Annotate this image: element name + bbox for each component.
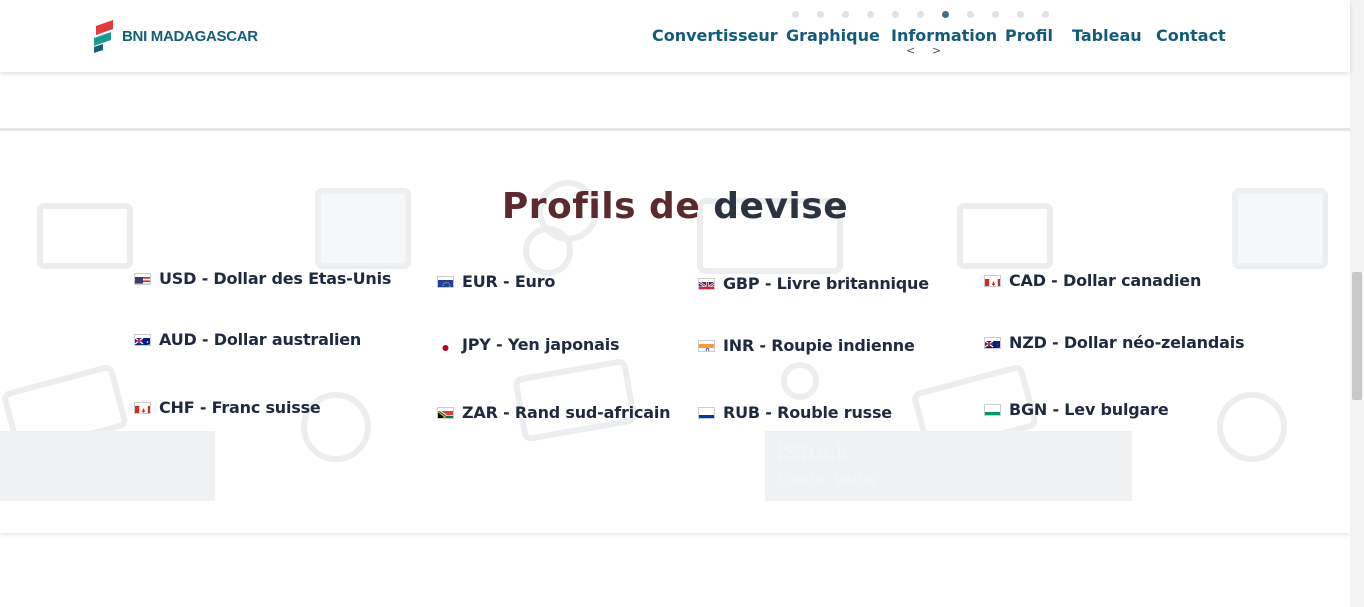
currency-link-chf[interactable]: CHF - Franc suisse [134, 398, 321, 417]
currency-link-zar[interactable]: ZAR - Rand sud-africain [437, 403, 671, 422]
uk-flag-icon [698, 277, 715, 290]
nav-convertisseur[interactable]: Convertisseur [652, 26, 778, 45]
slider-dot[interactable] [967, 11, 974, 18]
watermark-text: iStock [777, 439, 850, 466]
currency-link-inr[interactable]: INR - Roupie indienne [698, 336, 915, 355]
nav-tableau[interactable]: Tableau [1072, 26, 1142, 45]
page-scrollbar[interactable] [1350, 0, 1364, 607]
currency-link-usd[interactable]: USD - Dollar des Etas-Unis [134, 269, 391, 288]
scrollbar-thumb[interactable] [1352, 272, 1362, 400]
slider-dot[interactable] [792, 11, 799, 18]
nav-information[interactable]: Information [891, 26, 997, 45]
slider-dot[interactable] [1017, 11, 1024, 18]
au-flag-icon [134, 333, 151, 346]
ca-flag-icon [984, 274, 1001, 287]
in-flag-icon [698, 339, 715, 352]
us-flag-icon [134, 272, 151, 285]
slider-next-button[interactable]: > [932, 44, 958, 57]
main-nav: Convertisseur Graphique Information Prof… [0, 26, 1350, 48]
slider-dot-active[interactable] [942, 11, 949, 18]
slider-dot[interactable] [842, 11, 849, 18]
currency-link-rub[interactable]: RUB - Rouble russe [698, 403, 892, 422]
watermark-credit: Credit: Valtar [778, 472, 878, 489]
section-title: Profils de devise [501, 186, 849, 227]
currency-link-bgn[interactable]: BGN - Lev bulgare [984, 400, 1169, 419]
slider-dot[interactable] [867, 11, 874, 18]
jp-flag-icon [437, 339, 454, 351]
slider-prev-button[interactable]: < [906, 44, 932, 57]
slider-dots [792, 11, 1067, 18]
slider-dot[interactable] [892, 11, 899, 18]
slider-arrows: < > [906, 44, 958, 57]
currency-link-nzd[interactable]: NZD - Dollar néo-zelandais [984, 333, 1245, 352]
bg-flag-icon [984, 403, 1001, 416]
nav-graphique[interactable]: Graphique [786, 26, 880, 45]
slider-dot[interactable] [1042, 11, 1049, 18]
currency-link-eur[interactable]: EUR - Euro [437, 272, 555, 291]
nav-profil[interactable]: Profil [1005, 26, 1053, 45]
slider-dot[interactable] [992, 11, 999, 18]
currency-link-gbp[interactable]: GBP - Livre britannique [698, 274, 929, 293]
site-header: BNI MADAGASCAR Convertisseur Graphique I… [0, 0, 1350, 72]
slider-dot[interactable] [817, 11, 824, 18]
currency-link-aud[interactable]: AUD - Dollar australien [134, 330, 361, 349]
slider-dot[interactable] [917, 11, 924, 18]
currency-link-jpy[interactable]: JPY - Yen japonais [437, 335, 620, 354]
nav-contact[interactable]: Contact [1156, 26, 1226, 45]
eu-flag-icon [437, 275, 454, 288]
za-flag-icon [437, 406, 454, 419]
ru-flag-icon [698, 406, 715, 419]
currency-link-cad[interactable]: CAD - Dollar canadien [984, 271, 1201, 290]
ch-flag-icon [134, 401, 151, 414]
nz-flag-icon [984, 336, 1001, 349]
